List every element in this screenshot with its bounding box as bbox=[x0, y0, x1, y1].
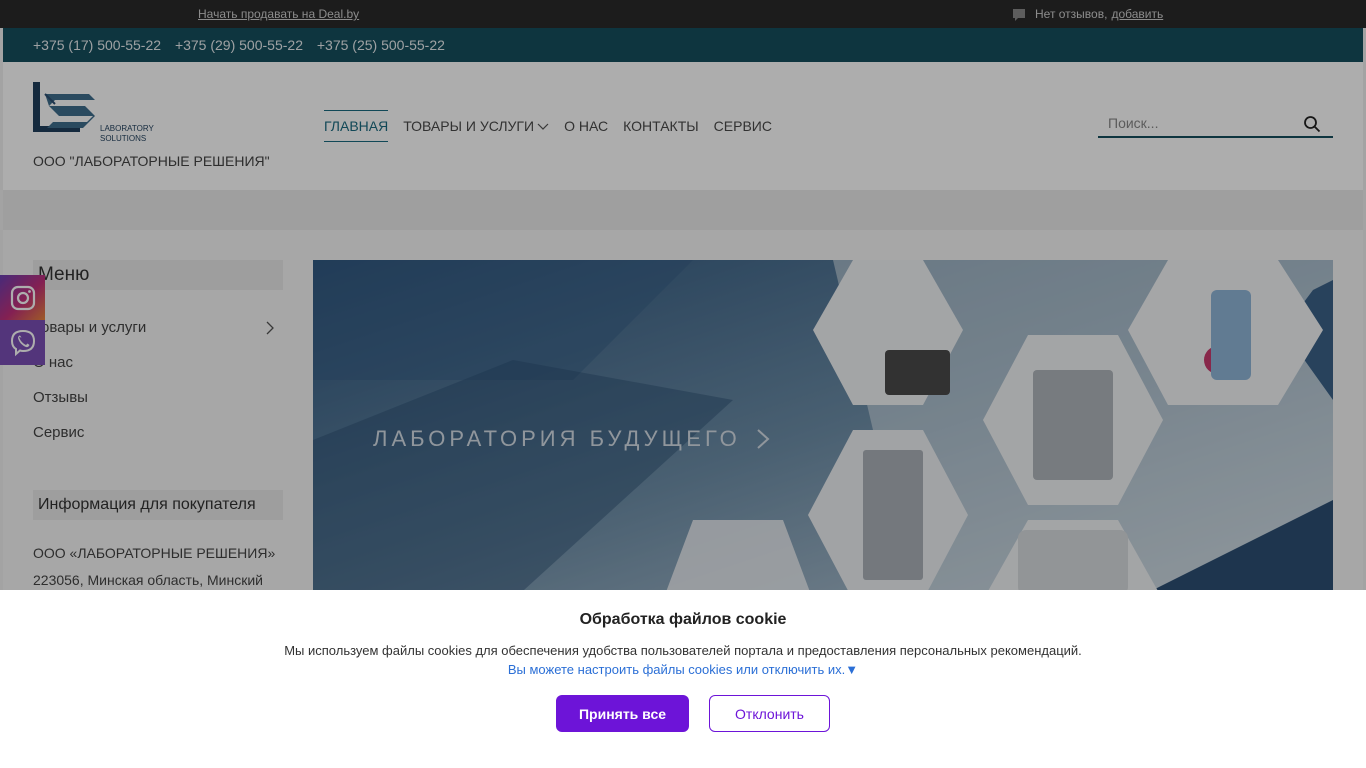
cookie-description: Мы используем файлы cookies для обеспече… bbox=[284, 643, 1082, 658]
decline-button[interactable]: Отклонить bbox=[709, 695, 830, 732]
accept-all-button[interactable]: Принять все bbox=[556, 695, 689, 732]
cookie-title: Обработка файлов cookie bbox=[579, 611, 787, 628]
cookie-consent-panel: Обработка файлов cookie Мы используем фа… bbox=[0, 590, 1366, 768]
modal-overlay bbox=[0, 0, 1366, 590]
cookie-settings-link[interactable]: Вы можете настроить файлы cookies или от… bbox=[0, 662, 1366, 677]
